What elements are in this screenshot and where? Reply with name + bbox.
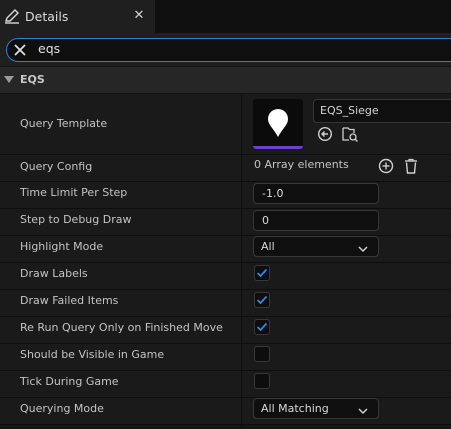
close-icon[interactable]: ✕ [132,9,146,23]
search-input[interactable]: eqs [6,38,451,62]
chevron-down-icon [358,243,368,253]
highlight-mode-dropdown[interactable]: All [253,236,379,257]
time-limit-input[interactable]: -1.0 [253,183,379,204]
property-label: Highlight Mode [20,240,104,253]
asset-picker-combo[interactable]: EQS_Siege [313,99,451,123]
chevron-down-icon [358,405,368,415]
property-label: Query Config [20,160,93,173]
row-rerun-query: Re Run Query Only on Finished Move [0,317,451,344]
asset-name: EQS_Siege [320,104,379,117]
row-highlight-mode: Highlight Mode [0,236,451,263]
add-element-icon[interactable] [378,158,394,177]
property-label: Draw Labels [20,267,88,280]
property-label: Querying Mode [20,402,104,415]
row-querying-mode: Querying Mode [0,398,451,425]
property-label: Should be Visible in Game [20,348,165,361]
tab-bar: Details ✕ [0,0,451,33]
search-bar: eqs [0,33,451,66]
checkmark-icon [256,268,268,278]
row-time-limit: Time Limit Per Step [0,182,451,209]
row-visible-in-game: Should be Visible in Game [0,344,451,371]
checkmark-icon [256,295,268,305]
pencil-icon [4,8,20,24]
search-value: eqs [38,41,61,56]
row-draw-failed-items: Draw Failed Items [0,290,451,317]
tab-details[interactable]: Details ✕ [0,0,155,33]
asset-thumbnail[interactable] [253,99,303,149]
rerun-query-checkbox[interactable] [254,319,270,335]
collapse-arrow-icon[interactable] [4,76,14,83]
property-label: Query Template [20,117,108,130]
tick-during-game-checkbox[interactable] [254,373,270,389]
row-tick-during-game: Tick During Game [0,371,451,398]
row-step-debug: Step to Debug Draw [0,209,451,236]
highlight-mode-value: All [261,240,275,253]
property-label: Step to Debug Draw [20,213,132,226]
draw-failed-items-checkbox[interactable] [254,292,270,308]
use-selected-icon[interactable] [317,126,333,145]
property-label: Tick During Game [20,375,119,388]
time-limit-value: -1.0 [262,187,284,200]
property-label: Time Limit Per Step [20,186,128,199]
array-elements-count: 0 Array elements [254,158,349,171]
checkmark-icon [256,322,268,332]
location-pin-icon [266,109,290,142]
column-splitter[interactable] [241,93,242,429]
property-label: Draw Failed Items [20,294,119,307]
querying-mode-value: All Matching [261,402,329,415]
clear-search-icon[interactable] [12,42,28,58]
draw-labels-checkbox[interactable] [254,265,270,281]
property-label: Re Run Query Only on Finished Move [20,321,223,334]
asset-type-bar [253,146,303,149]
category-eqs[interactable]: EQS [0,67,451,94]
row-draw-labels: Draw Labels [0,263,451,290]
querying-mode-dropdown[interactable]: All Matching [253,398,379,419]
step-debug-value: 0 [262,214,269,227]
step-debug-input[interactable]: 0 [253,210,379,231]
visible-in-game-checkbox[interactable] [254,346,270,362]
category-label: EQS [20,73,45,86]
trash-icon[interactable] [404,158,418,177]
browse-asset-icon[interactable] [341,125,359,146]
tab-title: Details [25,9,69,24]
